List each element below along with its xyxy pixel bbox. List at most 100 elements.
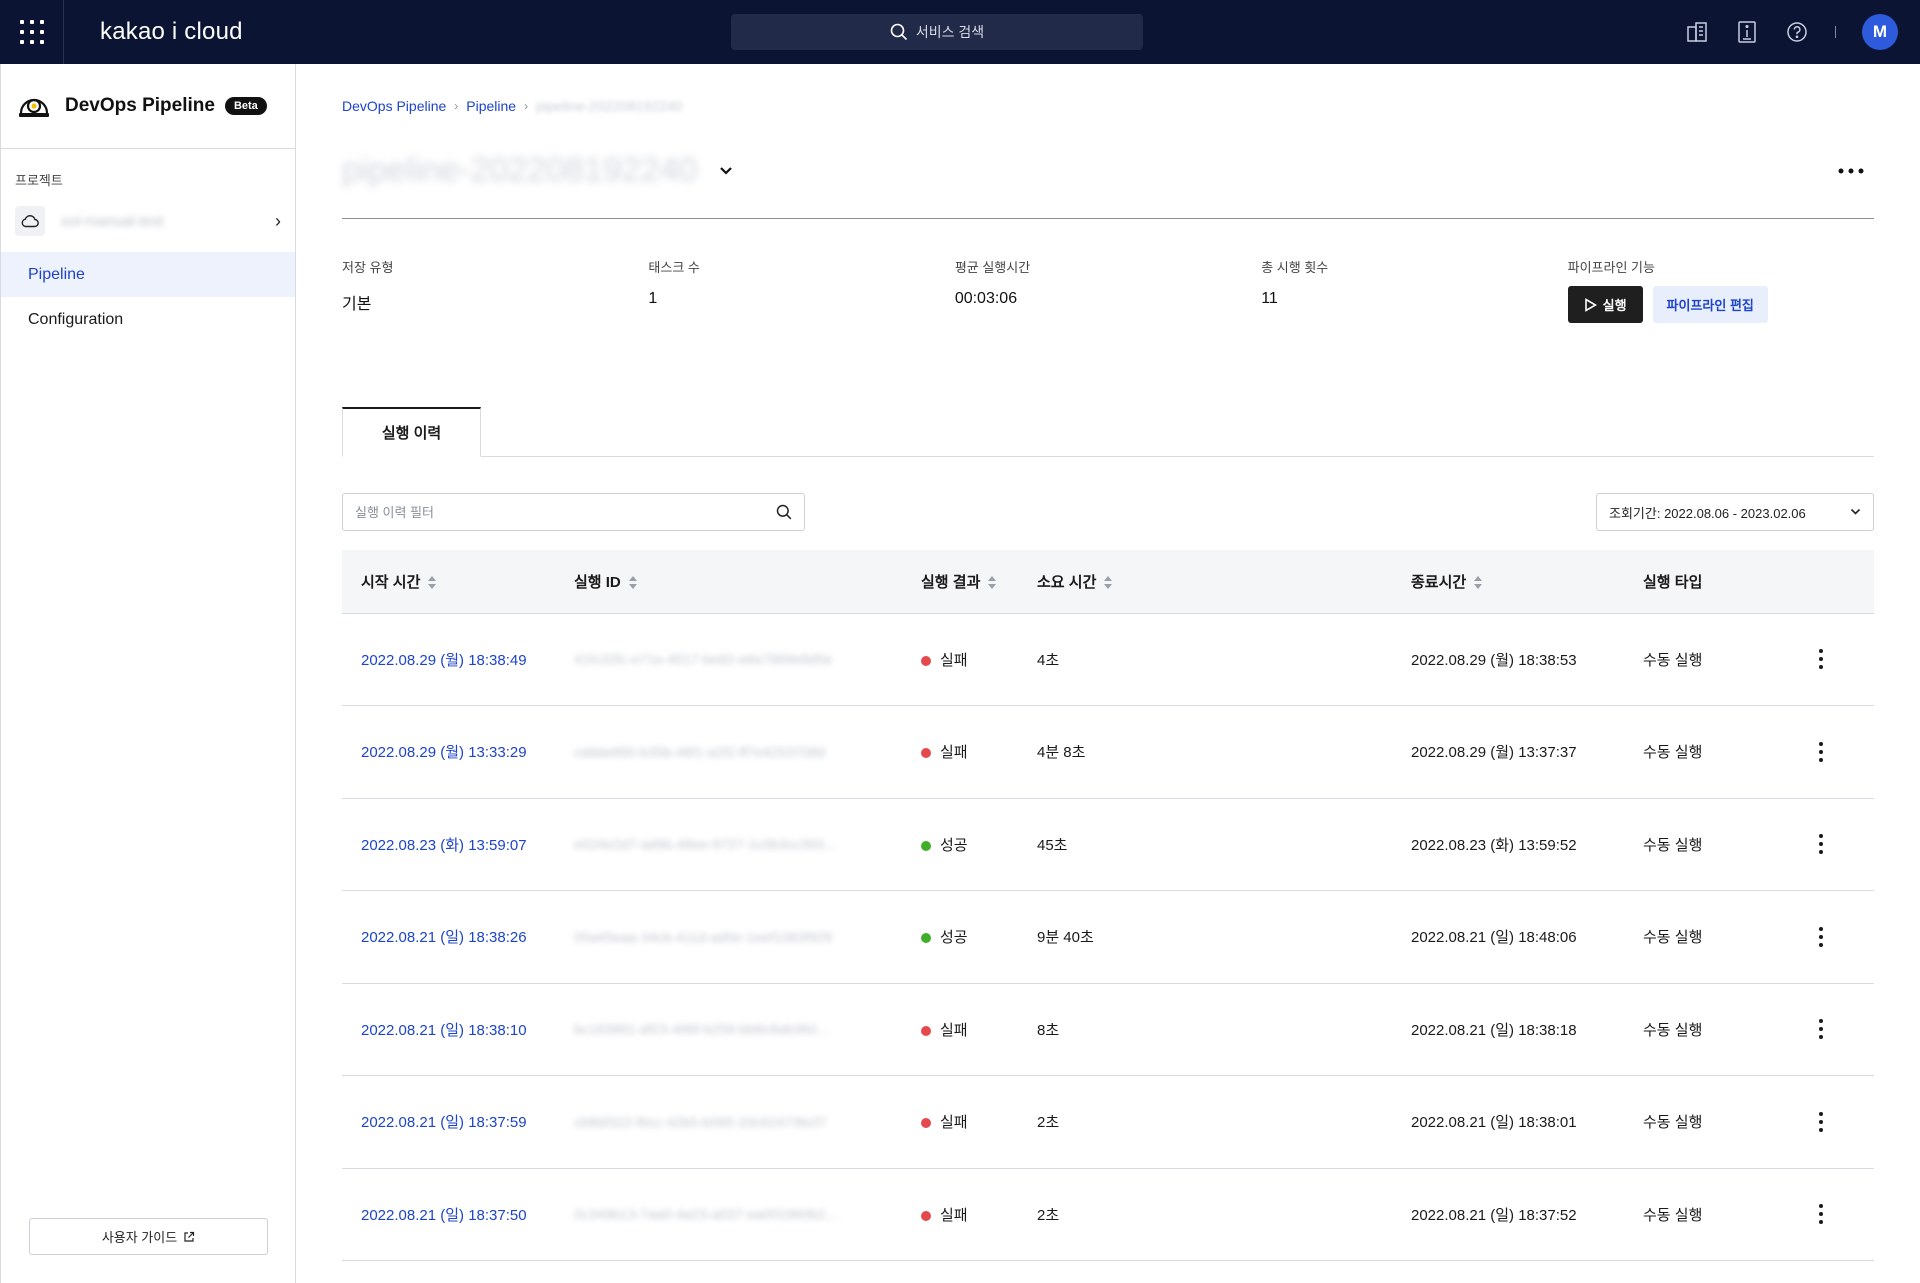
stat-label: 파이프라인 기능 — [1567, 260, 1655, 275]
column-start-time[interactable]: 시작 시간 — [342, 550, 574, 613]
sort-icon[interactable] — [428, 576, 437, 590]
result-text: 실패 — [940, 744, 968, 762]
table-row[interactable]: 2022.08.29 (월) 13:33:29 cddde890-b35b-46f… — [342, 706, 1874, 799]
sidebar-item-pipeline[interactable]: Pipeline — [1, 252, 295, 297]
info-document-icon[interactable] — [1735, 20, 1759, 44]
user-guide-button[interactable]: 사용자 가이드 — [29, 1218, 268, 1255]
more-vertical-icon[interactable] — [1811, 1111, 1831, 1132]
result-cell: 실패 — [921, 1076, 1037, 1169]
result-cell: 실패 — [921, 983, 1037, 1076]
run-type: 수동 실행 — [1643, 836, 1703, 854]
chevron-right-icon: › — [454, 99, 459, 113]
chevron-down-icon[interactable] — [719, 166, 733, 176]
result-text: 성공 — [940, 929, 968, 947]
sidebar-item-configuration[interactable]: Configuration — [1, 297, 295, 342]
more-vertical-icon[interactable] — [1811, 649, 1831, 670]
sort-icon[interactable] — [1474, 576, 1483, 590]
run-type: 수동 실행 — [1643, 1114, 1703, 1132]
tab-bar: 실행 이력 — [342, 407, 1874, 457]
result-cell: 성공 — [921, 891, 1037, 984]
search-icon[interactable] — [776, 504, 792, 520]
start-time-link[interactable]: 2022.08.21 (일) 18:38:26 — [342, 891, 574, 984]
run-type: 수동 실행 — [1643, 651, 1703, 669]
result-text: 성공 — [940, 836, 968, 854]
service-search-bar[interactable]: 서비스 검색 — [731, 14, 1143, 50]
duration: 4분 8초 — [1037, 744, 1086, 762]
stat-storage-type: 저장 유형 기본 — [342, 257, 648, 317]
column-label: 실행 결과 — [921, 573, 981, 591]
column-run-id[interactable]: 실행 ID — [574, 550, 921, 613]
date-range-select[interactable]: 조회기간: 2022.08.06 - 2023.02.06 — [1596, 493, 1874, 531]
more-vertical-icon[interactable] — [1811, 1019, 1831, 1040]
start-time-link[interactable]: 2022.08.29 (월) 13:33:29 — [342, 706, 574, 799]
apps-menu-button[interactable] — [0, 0, 64, 64]
execution-history-table: 시작 시간 실행 ID 실행 결과 소요 시간 종료시간 실행 타입 2022.… — [342, 550, 1874, 1261]
run-type: 수동 실행 — [1643, 1206, 1703, 1224]
start-time-link[interactable]: 2022.08.21 (일) 18:37:59 — [342, 1076, 574, 1169]
breadcrumb: DevOps Pipeline › Pipeline › pipeline-20… — [342, 98, 1874, 114]
edit-pipeline-button[interactable]: 파이프라인 편집 — [1652, 286, 1768, 323]
external-link-icon — [184, 1231, 195, 1242]
history-filter-input[interactable] — [355, 504, 776, 520]
table-row[interactable]: 2022.08.21 (일) 18:38:10 bc183861-df23-486… — [342, 983, 1874, 1076]
breadcrumb-pipeline[interactable]: Pipeline — [466, 98, 516, 114]
stat-label: 평균 실행시간 — [954, 260, 1031, 275]
row-actions-cell — [1803, 613, 1874, 706]
user-avatar[interactable]: M — [1862, 14, 1898, 50]
table-row[interactable]: 2022.08.21 (일) 18:37:59 cb8bf322-f6cc-42b… — [342, 1076, 1874, 1169]
kakao-cloud-logo[interactable]: kakao i cloud — [100, 18, 243, 46]
end-time: 2022.08.21 (일) 18:37:52 — [1411, 1206, 1577, 1224]
start-time-link[interactable]: 2022.08.21 (일) 18:38:10 — [342, 983, 574, 1076]
start-time-link[interactable]: 2022.08.21 (일) 18:37:50 — [342, 1168, 574, 1261]
breadcrumb-devops-pipeline[interactable]: DevOps Pipeline — [342, 98, 446, 114]
stat-label: 총 시행 횟수 — [1261, 260, 1329, 275]
result-text: 실패 — [940, 1021, 968, 1039]
run-type: 수동 실행 — [1643, 929, 1703, 947]
run-id: 05a45eaa-34cb-411d-ad0e-1eef1083f929 — [574, 928, 833, 945]
sort-icon[interactable] — [628, 576, 637, 590]
run-id: cddde890-b35b-46f1-a2f2-ff7e42537089 — [574, 743, 826, 760]
sort-icon[interactable] — [988, 576, 997, 590]
table-row[interactable]: 2022.08.29 (월) 18:38:49 41fc32fc-e71e-451… — [342, 613, 1874, 706]
project-name: sol-manual-test — [61, 212, 164, 230]
history-filter[interactable] — [342, 493, 805, 531]
status-dot-icon — [921, 1025, 931, 1036]
start-time-link[interactable]: 2022.08.29 (월) 18:38:49 — [342, 613, 574, 706]
end-time: 2022.08.23 (화) 13:59:52 — [1411, 836, 1577, 854]
result-text: 실패 — [940, 651, 968, 669]
stat-label: 저장 유형 — [342, 260, 394, 275]
end-time: 2022.08.29 (월) 13:37:37 — [1411, 744, 1577, 762]
column-label: 종료시간 — [1411, 573, 1467, 591]
more-vertical-icon[interactable] — [1811, 1204, 1831, 1225]
stat-label: 태스크 수 — [648, 260, 700, 275]
run-type: 수동 실행 — [1643, 744, 1703, 762]
column-actions — [1803, 550, 1874, 613]
table-row[interactable]: 2022.08.21 (일) 18:37:50 0c349b13-7aa0-4a2… — [342, 1168, 1874, 1261]
table-row[interactable]: 2022.08.23 (화) 13:59:07 e024e2d7-ad9b-48e… — [342, 798, 1874, 891]
table-header-row: 시작 시간 실행 ID 실행 결과 소요 시간 종료시간 실행 타입 — [342, 550, 1874, 613]
status-dot-icon — [921, 1210, 931, 1221]
search-placeholder: 서비스 검색 — [915, 24, 985, 40]
more-vertical-icon[interactable] — [1811, 834, 1831, 855]
column-result[interactable]: 실행 결과 — [921, 550, 1037, 613]
result-text: 실패 — [940, 1206, 968, 1224]
run-pipeline-button[interactable]: 실행 — [1567, 286, 1643, 323]
more-vertical-icon[interactable] — [1811, 741, 1831, 762]
project-selector[interactable]: sol-manual-test › — [15, 204, 281, 238]
sort-icon[interactable] — [1104, 576, 1113, 590]
table-row[interactable]: 2022.08.21 (일) 18:38:26 05a45eaa-34cb-411… — [342, 891, 1874, 984]
duration: 2초 — [1037, 1206, 1060, 1224]
column-end-time[interactable]: 종료시간 — [1411, 550, 1643, 613]
tab-execution-history[interactable]: 실행 이력 — [342, 407, 481, 457]
end-time: 2022.08.29 (월) 18:38:53 — [1411, 651, 1577, 669]
project-label: 프로젝트 — [15, 173, 63, 188]
building-icon[interactable] — [1685, 20, 1709, 44]
more-options-icon[interactable] — [1838, 168, 1864, 174]
more-vertical-icon[interactable] — [1811, 926, 1831, 947]
help-icon[interactable] — [1785, 20, 1809, 44]
column-duration[interactable]: 소요 시간 — [1037, 550, 1411, 613]
status-dot-icon — [921, 840, 931, 851]
start-time-link[interactable]: 2022.08.23 (화) 13:59:07 — [342, 798, 574, 891]
chevron-right-icon: › — [275, 210, 281, 231]
breadcrumb-current: pipeline-202208192240 — [536, 98, 683, 114]
